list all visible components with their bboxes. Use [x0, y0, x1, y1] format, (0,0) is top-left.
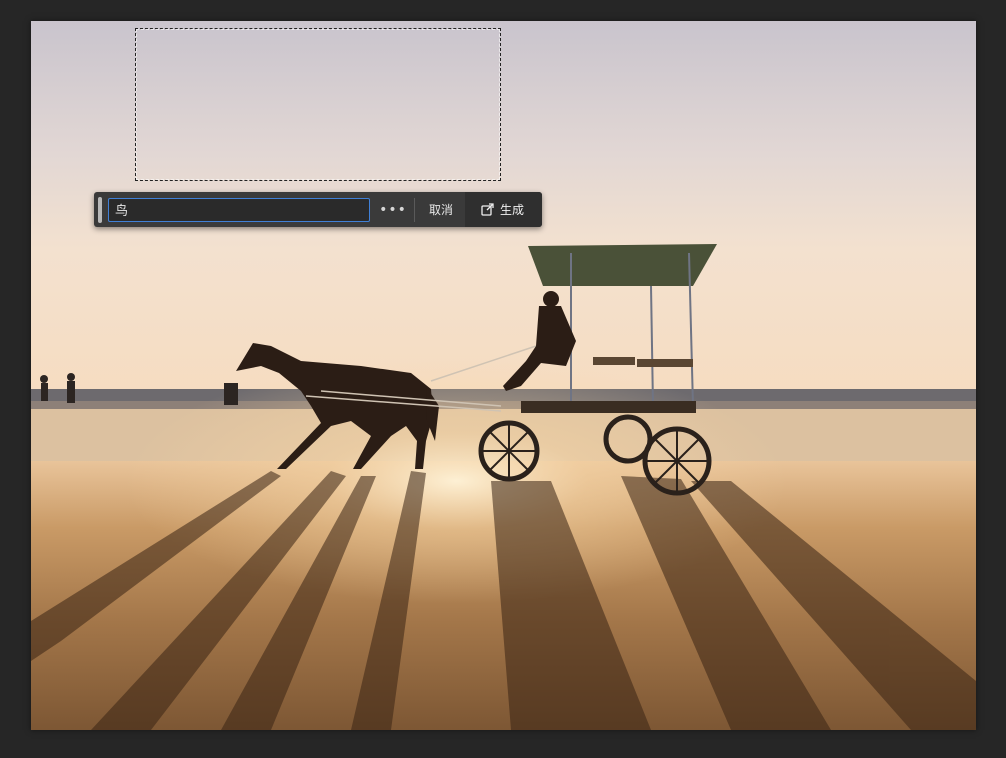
generate-icon — [481, 203, 494, 216]
contextual-task-bar: ••• 取消 生成 — [94, 192, 542, 227]
selection-marquee[interactable] — [135, 28, 501, 181]
more-options-button[interactable]: ••• — [374, 192, 412, 227]
cancel-label: 取消 — [429, 203, 454, 217]
drag-handle[interactable] — [98, 196, 102, 223]
generate-label: 生成 — [500, 203, 525, 217]
generate-button[interactable]: 生成 — [465, 192, 542, 227]
cancel-button[interactable]: 取消 — [417, 192, 465, 227]
more-icon: ••• — [379, 201, 407, 218]
workspace: ••• 取消 生成 — [0, 0, 1006, 758]
generative-prompt-input[interactable] — [108, 197, 370, 222]
bar-divider — [414, 197, 415, 222]
